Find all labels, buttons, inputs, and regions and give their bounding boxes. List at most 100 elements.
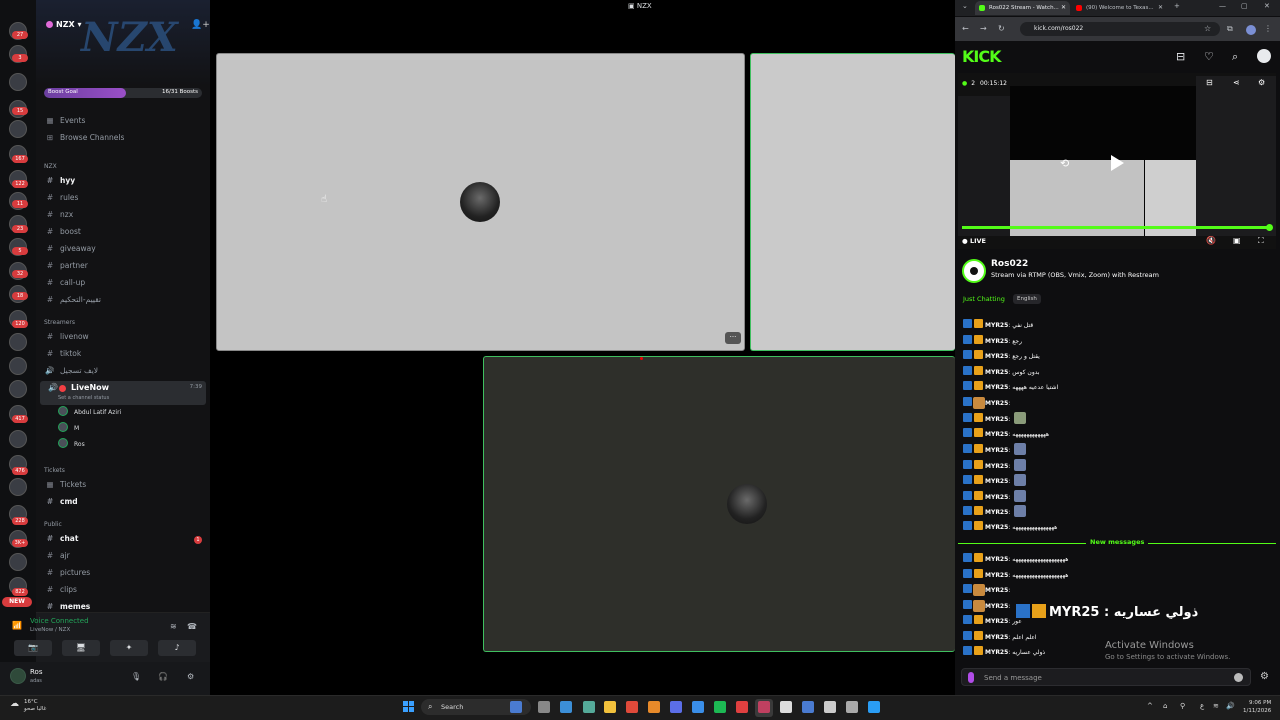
- chat-message[interactable]: MYR25: هههههههههههههههههههه: [963, 553, 1068, 565]
- wifi-icon[interactable]: ≋: [1213, 702, 1219, 710]
- language-tag[interactable]: English: [1013, 294, 1041, 304]
- server-icon[interactable]: [9, 357, 27, 375]
- kick-user-avatar[interactable]: [1257, 49, 1271, 63]
- chat-username[interactable]: MYR25: [985, 494, 1008, 501]
- channel-item[interactable]: # livenow: [44, 330, 89, 344]
- discord-icon[interactable]: [670, 701, 682, 713]
- capcut-icon[interactable]: [780, 701, 792, 713]
- taskbar-clock[interactable]: 9:06 PM 1/11/2026: [1243, 699, 1271, 715]
- chat-username[interactable]: MYR25: [985, 649, 1008, 656]
- category-link[interactable]: Just Chatting: [963, 295, 1005, 303]
- channel-item[interactable]: # rules: [44, 191, 79, 205]
- chat-message[interactable]: MYR25: اشتيا عدعيه ههههه: [963, 381, 1058, 393]
- chat-username[interactable]: MYR25: [985, 369, 1008, 376]
- invite-icon[interactable]: 👤+: [191, 20, 210, 30]
- task-view-icon[interactable]: [538, 701, 550, 713]
- chat-username[interactable]: MYR25: [985, 447, 1008, 454]
- new-tab-button[interactable]: +: [1174, 2, 1180, 10]
- chat-username[interactable]: MYR25: [985, 353, 1008, 360]
- tab-close-icon[interactable]: ✕: [1158, 1, 1163, 15]
- channel-item[interactable]: # call-up: [44, 276, 85, 290]
- edge-icon[interactable]: [868, 701, 880, 713]
- location-icon[interactable]: ⚲: [1180, 702, 1185, 710]
- chat-username[interactable]: MYR25: [985, 463, 1008, 470]
- chrome-icon[interactable]: [626, 701, 638, 713]
- telegram-icon[interactable]: [692, 701, 704, 713]
- microphone-icon[interactable]: 🎙: [131, 672, 141, 681]
- maximize-button[interactable]: ▢: [1241, 2, 1248, 10]
- vpn-icon[interactable]: [802, 701, 814, 713]
- boost-goal-bar[interactable]: Boost Goal 16/31 Boosts: [44, 88, 202, 98]
- soundboard-button[interactable]: ♪: [158, 640, 196, 656]
- chat-message[interactable]: MYR25:: [963, 412, 1027, 424]
- forward-button[interactable]: →: [980, 24, 987, 33]
- chat-username[interactable]: MYR25: [985, 384, 1008, 391]
- channel-item[interactable]: # cmd: [44, 495, 78, 509]
- voice-user[interactable]: Ros: [58, 438, 85, 452]
- chat-input[interactable]: [984, 672, 1224, 684]
- signal-icon[interactable]: 📶: [12, 621, 22, 630]
- emoji-picker-icon[interactable]: [1234, 673, 1243, 682]
- player-settings-icon[interactable]: ⚙: [1258, 78, 1265, 87]
- back-button[interactable]: ←: [962, 24, 969, 33]
- category-streamers[interactable]: Streamers: [44, 318, 75, 328]
- activity-button[interactable]: ✦: [110, 640, 148, 656]
- chat-message[interactable]: MYR25:: [963, 474, 1027, 486]
- voice-channel-status[interactable]: Set a channel status: [58, 395, 109, 401]
- chat-message[interactable]: MYR25:: [963, 458, 1027, 471]
- tile-more-button[interactable]: ···: [725, 332, 741, 344]
- theater-mode-icon[interactable]: ▣: [1233, 236, 1241, 245]
- playback-knob[interactable]: [1266, 224, 1273, 231]
- channel-item[interactable]: # nzx: [44, 208, 73, 222]
- chat-username[interactable]: MYR25: [985, 431, 1008, 438]
- widgets-icon[interactable]: [510, 701, 522, 713]
- mute-icon[interactable]: 🔇: [1206, 236, 1216, 245]
- video-tile-2[interactable]: [750, 53, 955, 351]
- search-icon[interactable]: ⌕: [1232, 50, 1238, 64]
- chat-settings-icon[interactable]: ⚙: [1260, 671, 1269, 682]
- noise-suppression-icon[interactable]: ≋: [170, 622, 177, 631]
- calendar-app-icon[interactable]: [736, 701, 748, 713]
- channel-item[interactable]: # chat: [44, 532, 79, 546]
- app-icon[interactable]: [648, 701, 660, 713]
- browser-tab[interactable]: Ros022 Stream - Watch... ✕: [975, 1, 1070, 15]
- chat-identity-icon[interactable]: [968, 672, 974, 683]
- server-icon[interactable]: [9, 333, 27, 351]
- video-tile-3[interactable]: [483, 356, 955, 652]
- chat-message[interactable]: MYR25: ههههههههههههه: [963, 427, 1049, 440]
- headphones-icon[interactable]: 🎧: [158, 672, 168, 681]
- user-avatar[interactable]: [10, 668, 26, 684]
- profile-avatar-icon[interactable]: [1246, 25, 1256, 35]
- channel-item[interactable]: # boost: [44, 225, 81, 239]
- minimize-button[interactable]: —: [1219, 2, 1226, 10]
- camera-button[interactable]: 📷: [14, 640, 52, 656]
- chat-username[interactable]: MYR25: [985, 603, 1008, 610]
- channel-item[interactable]: # giveaway: [44, 242, 96, 256]
- start-button[interactable]: [403, 701, 415, 713]
- category-nzx[interactable]: NZX: [44, 162, 57, 172]
- browser-tab[interactable]: (90) Welcome to Texas... ✕: [1072, 1, 1167, 15]
- phone-link-icon[interactable]: [583, 701, 595, 713]
- play-icon[interactable]: [1111, 155, 1124, 171]
- chat-username[interactable]: MYR25: [985, 322, 1008, 329]
- tab-search-icon[interactable]: ⌄: [962, 2, 968, 10]
- chat-username[interactable]: MYR25: [985, 587, 1008, 594]
- channel-item[interactable]: ▦ Tickets: [44, 478, 86, 492]
- heart-icon[interactable]: ♡: [1204, 50, 1214, 63]
- chat-message[interactable]: MYR25: رجع: [963, 334, 1022, 347]
- server-name-button[interactable]: NZX ▾: [46, 20, 81, 29]
- network-icon[interactable]: ⌂: [1163, 702, 1167, 710]
- chat-message[interactable]: MYR25: هههههههههههههههههههه: [963, 568, 1068, 581]
- chat-username[interactable]: MYR25: [985, 618, 1008, 625]
- app2-icon[interactable]: [824, 701, 836, 713]
- sidebar-link-1[interactable]: ⊞ Browse Channels: [44, 131, 125, 145]
- channel-item[interactable]: # pictures: [44, 566, 90, 580]
- channel-name[interactable]: Ros022: [991, 259, 1028, 269]
- chat-username[interactable]: MYR25: [985, 572, 1008, 579]
- chat-message[interactable]: MYR25: عور: [963, 615, 1022, 627]
- active-app-icon[interactable]: [758, 701, 770, 713]
- store-icon[interactable]: [560, 701, 572, 713]
- chat-message[interactable]: MYR25:: [963, 396, 1010, 409]
- fullscreen-icon[interactable]: ⛶: [1258, 236, 1264, 246]
- obs-icon[interactable]: [846, 701, 858, 713]
